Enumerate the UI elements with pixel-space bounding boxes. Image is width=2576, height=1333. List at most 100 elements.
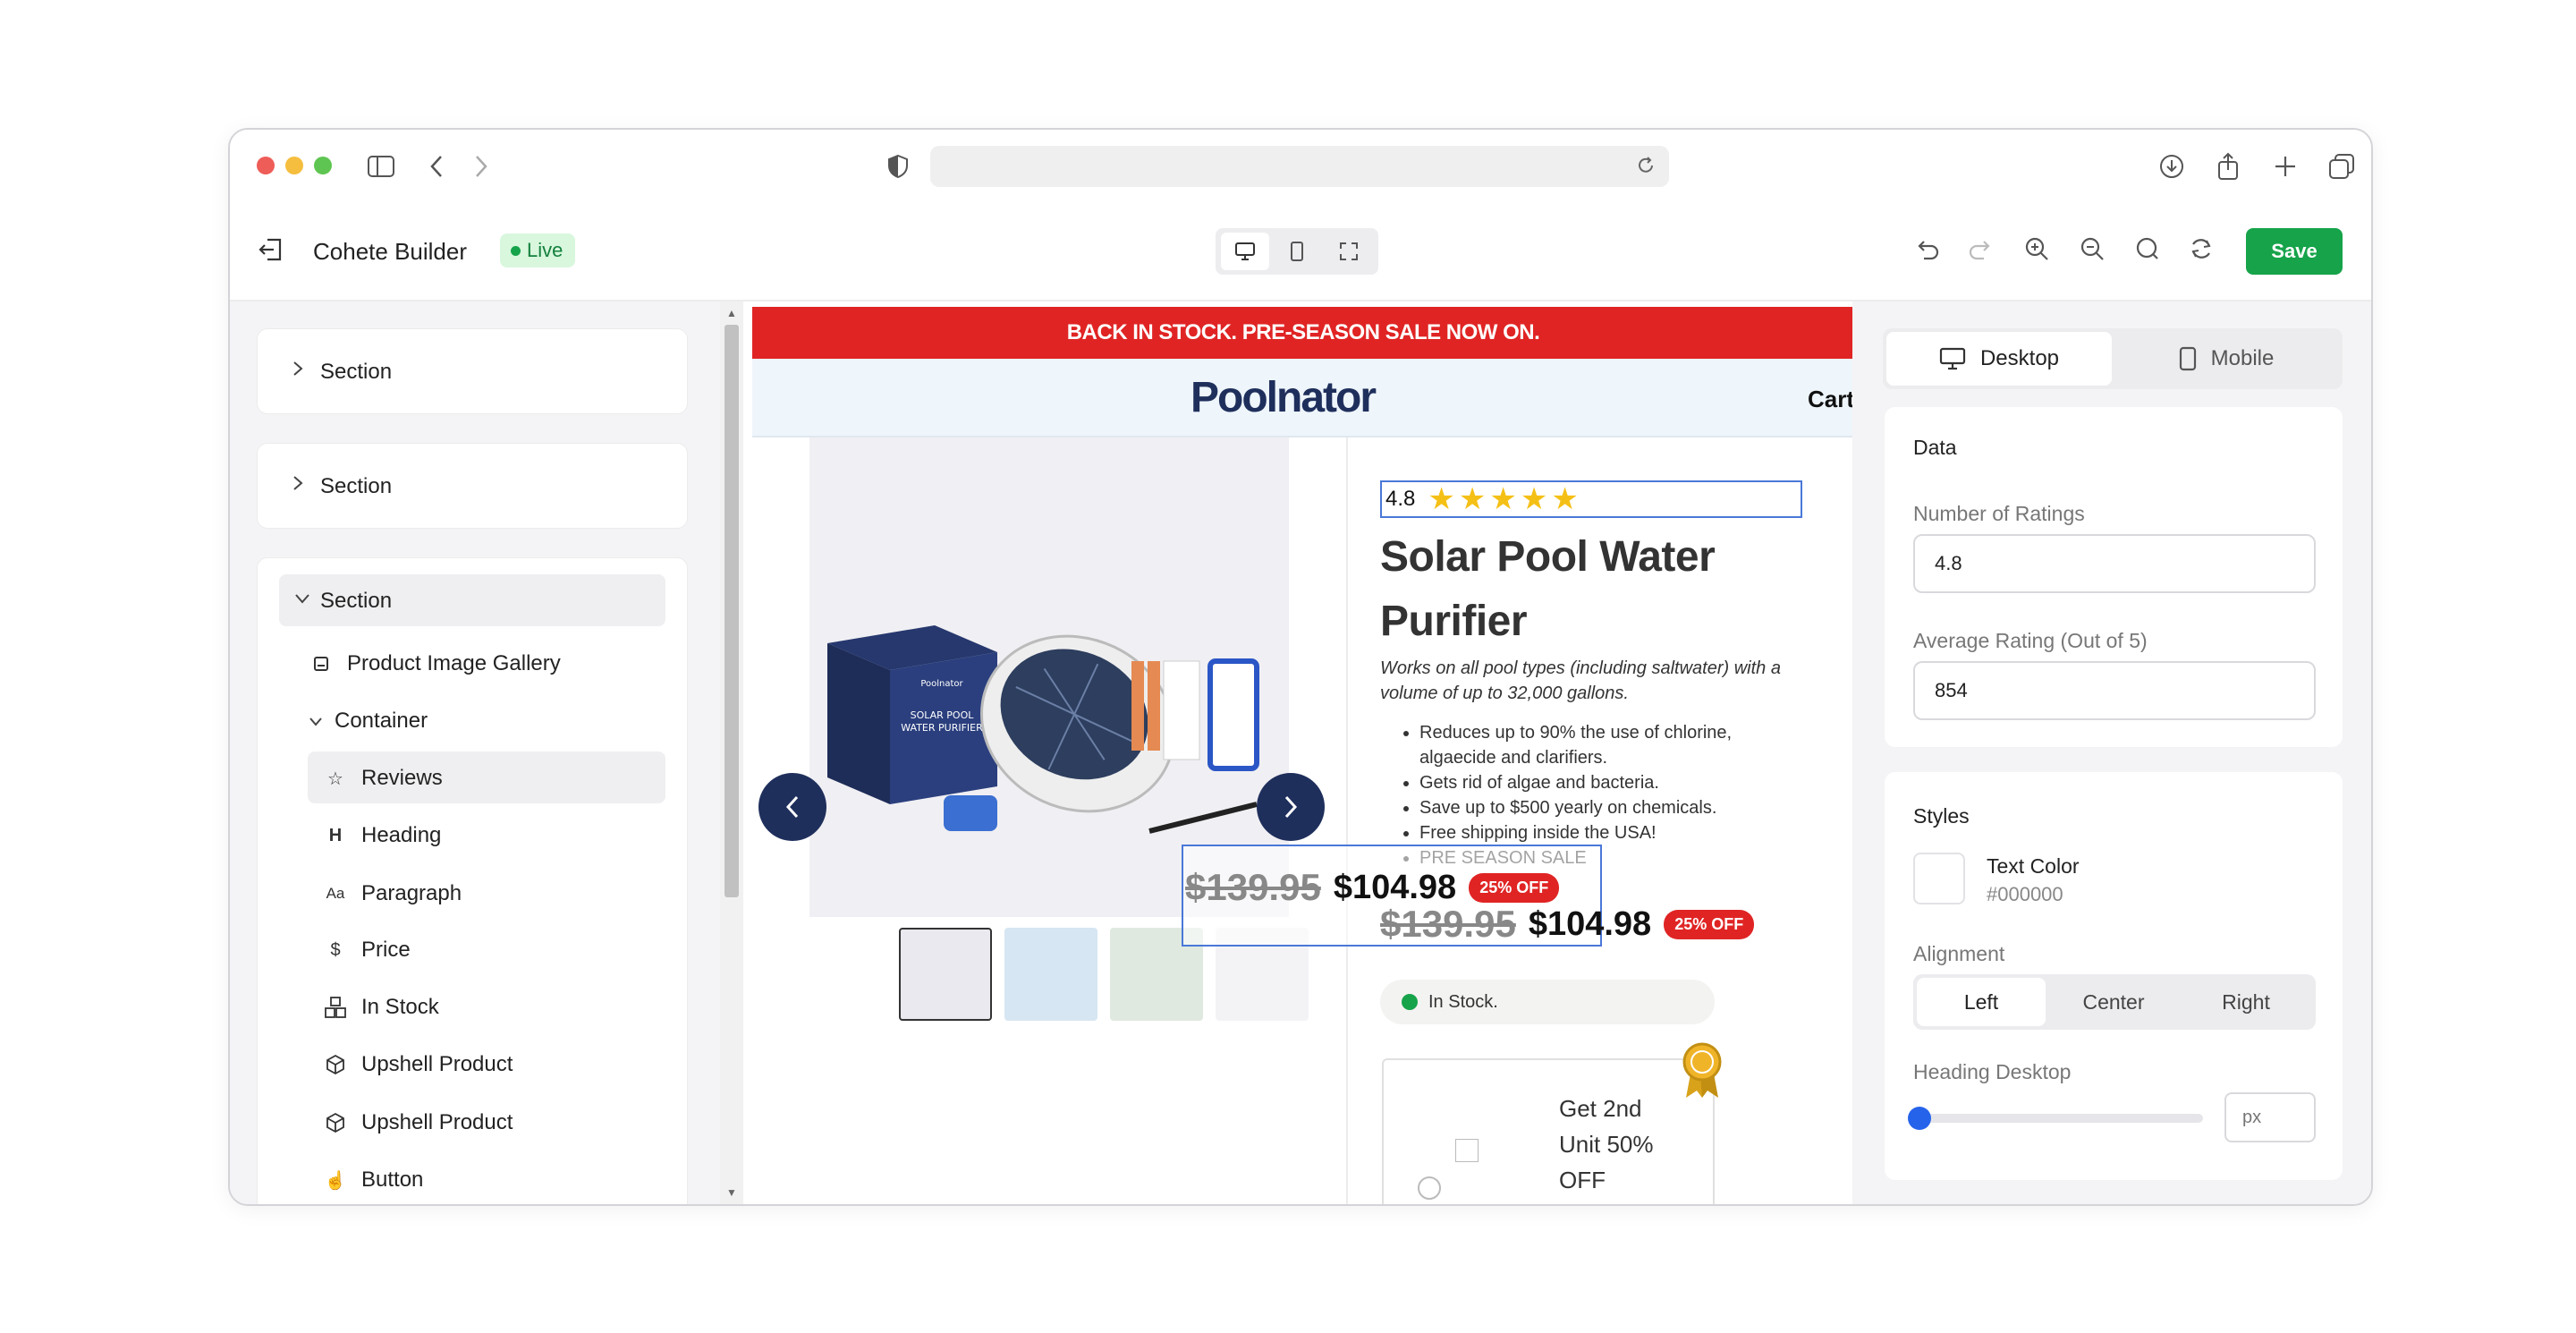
tab-label: Desktop (1979, 346, 2060, 370)
star-icon: ★ (1458, 482, 1487, 516)
old-price: $139.95 (1185, 866, 1321, 908)
align-center-option[interactable]: Center (2049, 978, 2178, 1026)
brand-logo[interactable]: Poolnator (1191, 373, 1377, 422)
minimize-window-button[interactable] (285, 157, 303, 174)
tree-item-price[interactable]: $ Price (324, 938, 410, 963)
heading-size-slider-track[interactable] (1913, 1114, 2203, 1123)
section-label: Section (320, 360, 393, 384)
save-button[interactable]: Save (2246, 228, 2343, 275)
gallery-thumbnail[interactable] (899, 928, 992, 1021)
device-tabs: Desktop Mobile (1883, 328, 2343, 389)
sidebar-toggle-icon[interactable] (364, 149, 398, 183)
app-title: Cohete Builder (313, 238, 467, 265)
tree-item-upshell-product[interactable]: Upshell Product (324, 1110, 513, 1135)
chevron-down-icon[interactable] (308, 709, 326, 734)
product-subtitle: Works on all pool types (including saltw… (1380, 658, 1781, 703)
properties-panel: Desktop Mobile Data Number of Ratings 4.… (1852, 301, 2371, 1204)
heading-size-input[interactable] (2224, 1092, 2316, 1142)
reload-icon[interactable] (1635, 155, 1657, 181)
tree-item-product-image-gallery[interactable]: Product Image Gallery (309, 651, 561, 676)
gallery-prev-button[interactable] (758, 773, 826, 841)
panel-heading: Styles (1913, 804, 1970, 828)
share-icon[interactable] (2211, 149, 2245, 183)
tree-item-paragraph[interactable]: Aa Paragraph (324, 881, 462, 906)
exit-icon[interactable] (257, 235, 285, 268)
new-price: $104.98 (1333, 868, 1457, 906)
section-card[interactable]: Section (257, 328, 688, 414)
product-box-label-2: WATER PURIFIER (901, 722, 983, 734)
bullet-item: Reduces up to 90% the use of chlorine, a… (1419, 720, 1799, 770)
section-header[interactable]: Section (279, 574, 665, 626)
gallery-next-button[interactable] (1257, 773, 1325, 841)
cart-link[interactable]: Cart (1808, 386, 1854, 413)
tabs-overview-icon[interactable] (2325, 149, 2359, 183)
product-title[interactable]: Solar Pool Water Purifier (1380, 525, 1716, 654)
zoom-out-icon[interactable] (2079, 235, 2106, 267)
upsell-text: Get 2nd Unit 50% OFF (1559, 1091, 1654, 1198)
shield-icon (881, 149, 915, 183)
award-ribbon-icon (1681, 1042, 1724, 1104)
upsell-radio[interactable] (1418, 1176, 1441, 1200)
desktop-view-button[interactable] (1221, 233, 1269, 270)
tree-item-button[interactable]: ☝ Button (324, 1167, 424, 1193)
tree-item-in-stock[interactable]: In Stock (324, 995, 439, 1020)
chevron-down-icon[interactable] (293, 592, 311, 609)
tree-item-heading[interactable]: H Heading (324, 823, 442, 848)
mobile-view-button[interactable] (1273, 233, 1321, 270)
section-card[interactable]: Section (257, 443, 688, 529)
tree-item-label: Container (335, 709, 428, 733)
star-icon: ★ (1551, 482, 1579, 516)
tab-desktop[interactable]: Desktop (1886, 332, 2112, 386)
browser-window: Cohete Builder Live Save Section Section… (228, 128, 2373, 1206)
panel-heading: Data (1913, 436, 1957, 459)
tree-item-upshell-product[interactable]: Upshell Product (324, 1052, 513, 1077)
scrollbar-thumb[interactable] (724, 325, 739, 897)
zoom-reset-icon[interactable] (2134, 235, 2161, 267)
close-window-button[interactable] (257, 157, 275, 174)
align-right-option[interactable]: Right (2182, 978, 2310, 1026)
download-icon[interactable] (2155, 149, 2189, 183)
tab-mobile[interactable]: Mobile (2114, 332, 2339, 386)
styles-panel: Styles Text Color #000000 Alignment Left… (1885, 772, 2343, 1180)
zoom-in-icon[interactable] (2023, 235, 2050, 267)
redo-icon[interactable] (1968, 237, 1995, 267)
chevron-right-icon[interactable] (292, 360, 304, 382)
status-label: Live (527, 239, 564, 261)
new-tab-icon[interactable] (2268, 149, 2302, 183)
tree-item-label: Upshell Product (361, 1110, 513, 1134)
refresh-icon[interactable] (2188, 235, 2215, 267)
average-rating-input[interactable]: 854 (1913, 661, 2316, 720)
maximize-window-button[interactable] (314, 157, 332, 174)
undo-icon[interactable] (1913, 237, 1940, 267)
text-color-swatch[interactable] (1913, 853, 1965, 904)
scroll-up-icon[interactable]: ▲ (726, 307, 737, 319)
upsell-line: OFF (1559, 1167, 1606, 1193)
forward-icon[interactable] (464, 149, 498, 183)
price-block[interactable]: $139.95 $104.98 25% OFF (1380, 903, 1755, 946)
number-of-ratings-input[interactable]: 4.8 (1913, 534, 2316, 593)
align-left-option[interactable]: Left (1917, 978, 2046, 1026)
outline-scrollbar[interactable]: ▲ ▼ (720, 301, 743, 1204)
text-icon: Aa (326, 885, 345, 902)
product-title-line: Purifier (1380, 598, 1528, 645)
heading-size-slider-thumb[interactable] (1908, 1107, 1931, 1130)
text-color-value: #000000 (1987, 883, 2063, 905)
monitor-icon (1939, 347, 1966, 370)
back-icon[interactable] (419, 149, 453, 183)
reviews-block-selected[interactable]: 4.8 ★ ★ ★ ★ ★ (1380, 480, 1802, 518)
gallery-thumbnail[interactable] (1004, 928, 1097, 1021)
chevron-right-icon[interactable] (292, 474, 304, 497)
bullet-item: Save up to $500 yearly on chemicals. (1419, 795, 1799, 820)
viewport-switcher (1216, 228, 1378, 275)
address-bar[interactable] (930, 146, 1669, 187)
tree-item-container[interactable]: Container (308, 709, 428, 734)
column-divider (1346, 437, 1348, 1204)
fullscreen-button[interactable] (1325, 233, 1373, 270)
browser-toolbar (230, 130, 2371, 203)
upsell-card[interactable]: Get 2nd Unit 50% OFF (1382, 1058, 1715, 1204)
alignment-segmented-control: Left Center Right (1913, 974, 2316, 1030)
star-icon: ★ (1489, 482, 1517, 516)
tree-item-reviews[interactable]: ☆ Reviews (324, 766, 443, 791)
scroll-down-icon[interactable]: ▼ (726, 1186, 737, 1199)
product-box-label-1: SOLAR POOL (911, 709, 975, 721)
